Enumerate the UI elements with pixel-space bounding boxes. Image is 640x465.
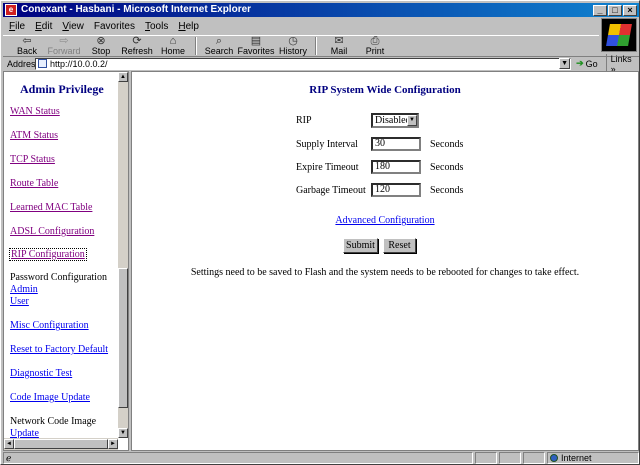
menu-view[interactable]: View <box>62 21 84 32</box>
nav-text-network-code-image: Network Code Image <box>10 416 97 427</box>
page-icon <box>38 59 47 68</box>
nav-link-learned-mac-table[interactable]: Learned MAC Table <box>10 202 92 213</box>
toolbar-separator <box>195 37 197 55</box>
windows-flag-icon <box>606 24 632 46</box>
submit-button[interactable]: Submit <box>343 238 378 253</box>
status-text: ℯ <box>3 452 473 464</box>
nav-title: Admin Privilege <box>20 82 104 96</box>
nav-horizontal-scrollbar[interactable]: ◄ ► <box>4 438 118 450</box>
supply-interval-input[interactable]: 30 <box>371 137 421 151</box>
menu-edit[interactable]: Edit <box>35 21 52 32</box>
nav-link-adsl-configuration[interactable]: ADSL Configuration <box>10 226 94 237</box>
address-bar: Address http://10.0.0.2/ ▼ ➔ Go Links » <box>3 53 639 74</box>
status-segment <box>499 452 521 464</box>
history-button[interactable]: ◷ History <box>275 36 311 56</box>
nav-link-diagnostic-test[interactable]: Diagnostic Test <box>10 368 72 379</box>
toolbar: ⇦ Back ⇨ Forward ⊗ Stop ⟳ Refresh ⌂ Home ⌕ Sea… <box>3 35 599 56</box>
garbage-timeout-unit: Seconds <box>430 185 464 196</box>
print-button[interactable]: ⎙ Print <box>357 36 393 56</box>
status-segment <box>523 452 545 464</box>
window-title: Conexant - Hasbani - Microsoft Internet … <box>21 4 252 15</box>
nav-link-reset-factory-default[interactable]: Reset to Factory Default <box>10 344 108 355</box>
page-title: RIP System Wide Configuration <box>309 84 461 96</box>
address-label: Address <box>7 58 41 69</box>
nav-link-route-table[interactable]: Route Table <box>10 178 58 189</box>
menu-help[interactable]: Help <box>178 21 199 32</box>
close-button[interactable]: × <box>623 5 637 16</box>
globe-icon <box>550 454 558 462</box>
scroll-left-button[interactable]: ◄ <box>4 439 14 449</box>
nav-link-rip-configuration[interactable]: RIP Configuration <box>9 248 87 261</box>
rip-label: RIP <box>296 115 312 126</box>
nav-vertical-scrollbar[interactable]: ▲ ▼ <box>118 72 128 438</box>
title-bar: e Conexant - Hasbani - Microsoft Interne… <box>3 3 639 17</box>
expire-timeout-input[interactable]: 180 <box>371 160 421 174</box>
supply-interval-unit: Seconds <box>430 139 464 150</box>
nav-link-atm-status[interactable]: ATM Status <box>10 130 58 141</box>
maximize-button[interactable]: □ <box>608 5 622 16</box>
supply-interval-label: Supply Interval <box>296 139 358 150</box>
save-note: Settings need to be saved to Flash and t… <box>190 267 580 278</box>
nav-link-code-image-update[interactable]: Code Image Update <box>10 392 90 403</box>
toolbar-separator <box>315 37 317 55</box>
minimize-button[interactable]: _ <box>593 5 607 16</box>
refresh-button[interactable]: ⟳ Refresh <box>119 36 155 56</box>
menu-bar: File Edit View Favorites Tools Help <box>3 18 583 35</box>
app-icon: e <box>5 4 17 16</box>
go-button[interactable]: ➔ Go <box>576 58 598 69</box>
address-dropdown-button[interactable]: ▼ <box>559 58 571 69</box>
search-button[interactable]: ⌕ Search <box>201 36 237 56</box>
scroll-h-thumb[interactable] <box>14 439 108 449</box>
nav-link-wan-status[interactable]: WAN Status <box>10 106 60 117</box>
advanced-configuration-link[interactable]: Advanced Configuration <box>132 215 638 226</box>
expire-timeout-label: Expire Timeout <box>296 162 359 173</box>
rip-select-value: Disabled <box>375 115 411 126</box>
window-controls: _ □ × <box>593 5 637 16</box>
scroll-down-button[interactable]: ▼ <box>118 428 128 438</box>
nav-link-tcp-status[interactable]: TCP Status <box>10 154 55 165</box>
stop-button[interactable]: ⊗ Stop <box>83 36 119 56</box>
nav-frame: Admin Privilege WAN Status ATM Status TC… <box>3 71 129 451</box>
browser-window: e Conexant - Hasbani - Microsoft Interne… <box>0 0 640 465</box>
scroll-up-button[interactable]: ▲ <box>118 72 128 82</box>
nav-link-admin[interactable]: Admin <box>10 284 38 295</box>
status-bar: ℯ Internet <box>3 452 639 464</box>
address-url: http://10.0.0.2/ <box>50 58 108 69</box>
menu-favorites[interactable]: Favorites <box>94 21 135 32</box>
chevron-down-icon[interactable]: ▼ <box>407 115 417 126</box>
scroll-thumb[interactable] <box>118 268 128 408</box>
rip-select[interactable]: Disabled ▼ <box>371 113 419 128</box>
menu-file[interactable]: File <box>9 21 25 32</box>
mail-button[interactable]: ✉ Mail <box>321 36 357 56</box>
menu-tools[interactable]: Tools <box>145 21 168 32</box>
reset-button[interactable]: Reset <box>383 238 416 253</box>
go-arrow-icon: ➔ <box>576 58 584 68</box>
nav-text-password-configuration: Password Configuration <box>10 272 107 283</box>
home-button[interactable]: ⌂ Home <box>155 36 191 56</box>
ie-logo <box>601 18 637 52</box>
forward-button[interactable]: ⇨ Forward <box>45 36 83 56</box>
garbage-timeout-input[interactable]: 120 <box>371 183 421 197</box>
expire-timeout-unit: Seconds <box>430 162 464 173</box>
status-segment <box>475 452 497 464</box>
page-status-icon: ℯ <box>6 453 12 463</box>
address-input[interactable]: http://10.0.0.2/ <box>35 57 572 70</box>
security-zone: Internet <box>547 452 639 464</box>
favorites-button[interactable]: ▤ Favorites <box>237 36 275 56</box>
nav-link-misc-configuration[interactable]: Misc Configuration <box>10 320 89 331</box>
scroll-right-button[interactable]: ► <box>108 439 118 449</box>
garbage-timeout-label: Garbage Timeout <box>296 185 366 196</box>
back-button[interactable]: ⇦ Back <box>9 36 45 56</box>
content-frame: RIP System Wide Configuration RIP Disabl… <box>131 71 639 451</box>
nav-link-user[interactable]: User <box>10 296 29 307</box>
